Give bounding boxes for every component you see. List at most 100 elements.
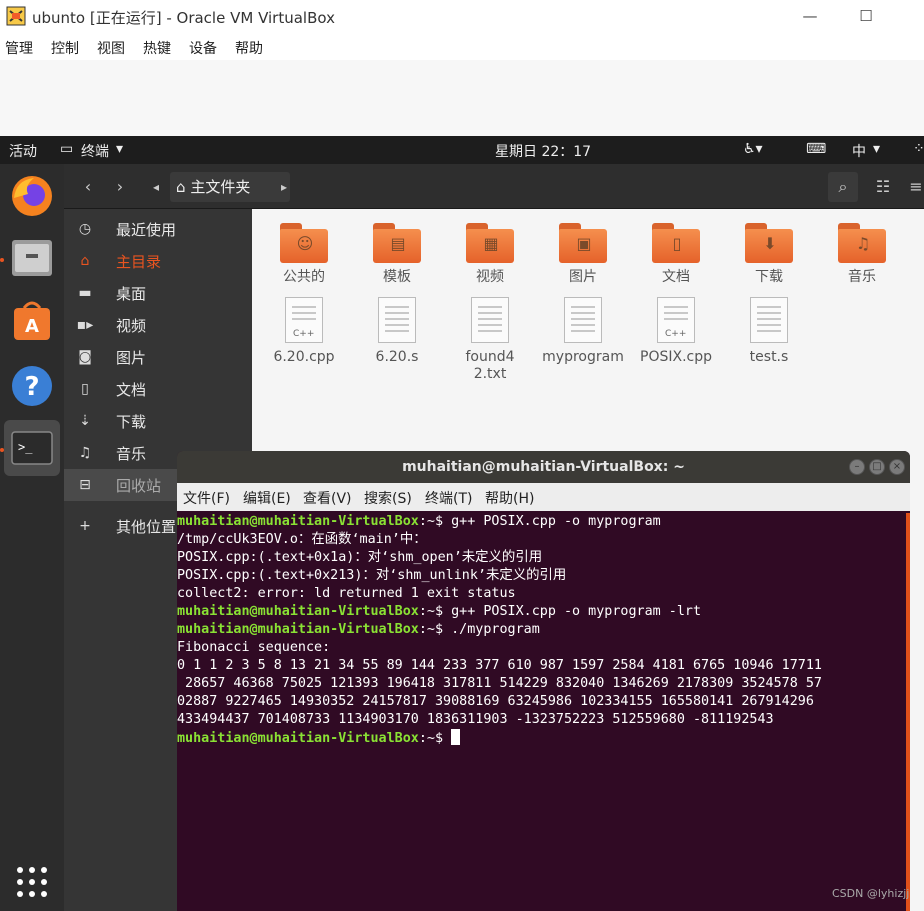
path-scroll-right-button[interactable]: ▸ [276,172,292,202]
folder-icon: ▣ [559,223,607,263]
terminal-titlebar[interactable]: muhaitian@muhaitian-VirtualBox: ~ [177,451,910,483]
ubuntu-dock: A ? >_ [0,164,64,911]
terminal-scrollbar[interactable] [906,513,910,911]
accessibility-icon[interactable]: ♿▾ [743,141,763,157]
terminal-text: 28657 46368 75025 121393 196418 317811 5… [177,676,822,691]
folder-documents[interactable]: ▯ 文档 [631,223,721,286]
folder-icon: ⬇ [745,223,793,263]
sidebar-item-label: 桌面 [116,285,147,303]
folder-music[interactable]: ♫ 音乐 [817,223,907,286]
view-toggle-button[interactable]: ☷ [868,172,898,202]
file-test-s[interactable]: test.s [724,297,814,366]
minimize-button[interactable]: — [795,4,825,28]
terminal-menu-edit[interactable]: 编辑(E) [243,488,291,508]
file-myprogram[interactable]: myprogram [538,297,628,366]
chevron-down-icon: ▾ [116,141,124,157]
terminal-line: 0 1 1 2 3 5 8 13 21 34 55 89 144 233 377… [177,657,897,675]
path-home-button[interactable]: ⌂ 主文件夹 [170,172,290,202]
file-6-20-cpp[interactable]: C++ 6.20.cpp [259,297,349,366]
terminal-line: muhaitian@muhaitian-VirtualBox:~$ g++ PO… [177,603,897,621]
menu-button[interactable]: ≡ [908,172,924,202]
folder-icon: ▯ [652,223,700,263]
app-menu-terminal[interactable]: 终端 [81,141,109,161]
folder-downloads[interactable]: ⬇ 下载 [724,223,814,286]
minimize-icon: – [854,461,860,472]
terminal-text: /tmp/ccUk3EOV.o：在函数‘main’中： [177,532,427,547]
firefox-icon[interactable] [4,168,60,224]
terminal-text: 02887 9227465 14930352 24157817 39088169… [177,694,814,709]
clock[interactable]: 星期日 22：17 [495,141,591,161]
trash-icon: ⊟ [79,477,91,493]
terminal-text: POSIX.cpp:(.text+0x1a)：对‘shm_open’未定义的引用 [177,550,543,565]
path-scroll-left-button[interactable]: ◂ [148,172,164,202]
terminal-line: muhaitian@muhaitian-VirtualBox:~$ ./mypr… [177,621,897,639]
input-method-indicator[interactable]: 中 [852,141,866,161]
terminal-menu-file[interactable]: 文件(F) [183,488,230,508]
file-found42-txt[interactable]: found42.txt [445,297,535,383]
sidebar-item-label: 主目录 [116,253,162,271]
folder-public[interactable]: ☺ 公共的 [259,223,349,286]
terminal-line: 02887 9227465 14930352 24157817 39088169… [177,693,897,711]
svg-text:A: A [25,316,39,337]
maximize-button[interactable]: ☐ [851,4,881,28]
menu-hotkeys[interactable]: 热键 [143,38,171,58]
virtualbox-app-icon [6,6,26,26]
search-button[interactable]: ⌕ [828,172,858,202]
running-indicator [0,448,4,452]
sidebar-item-pictures[interactable]: ◙ 图片 [64,341,252,373]
terminal-maximize-button[interactable]: □ [869,459,885,475]
folder-icon: ▦ [466,223,514,263]
menu-devices[interactable]: 设备 [189,38,217,58]
menu-manage[interactable]: 管理 [5,38,33,58]
terminal-close-button[interactable]: × [889,459,905,475]
folder-templates[interactable]: ▤ 模板 [352,223,442,286]
keyboard-icon[interactable]: ⌨ [806,141,826,157]
files-icon[interactable] [4,230,60,286]
file-name: myprogram [542,349,624,365]
file-posix-cpp[interactable]: C++ POSIX.cpp [631,297,721,366]
network-icon[interactable]: ⁘ [913,141,924,157]
sidebar-item-label: 其他位置 [116,518,177,536]
sidebar-item-downloads[interactable]: ⇣ 下载 [64,405,252,437]
menu-control[interactable]: 控制 [51,38,79,58]
terminal-menu-search[interactable]: 搜索(S) [364,488,412,508]
terminal-text: 433494437 701408733 1134903170 183631190… [177,712,774,727]
file-name: 视频 [476,269,504,285]
terminal-text: 0 1 1 2 3 5 8 13 21 34 55 89 144 233 377… [177,658,822,673]
terminal-line: POSIX.cpp:(.text+0x213)：对‘shm_unlink’未定义… [177,567,897,585]
menu-help[interactable]: 帮助 [235,38,263,58]
sidebar-item-videos[interactable]: ▪▸ 视频 [64,309,252,341]
terminal-line: 433494437 701408733 1134903170 183631190… [177,711,897,729]
terminal-minimize-button[interactable]: – [849,459,865,475]
help-icon[interactable]: ? [4,358,60,414]
screen: ubunto [正在运行] - Oracle VM VirtualBox — ☐… [0,0,924,911]
file-name: 下载 [755,269,783,285]
menu-view[interactable]: 视图 [97,38,125,58]
terminal-menu-view[interactable]: 查看(V) [303,488,352,508]
terminal-menu-help[interactable]: 帮助(H) [485,488,534,508]
folder-videos[interactable]: ▦ 视频 [445,223,535,286]
sidebar-item-home[interactable]: ⌂ 主目录 [64,245,252,277]
terminal-text: POSIX.cpp:(.text+0x213)：对‘shm_unlink’未定义… [177,568,567,583]
terminal-line: 28657 46368 75025 121393 196418 317811 5… [177,675,897,693]
terminal-text: :~$ [418,731,452,746]
forward-button[interactable]: › [108,172,132,202]
terminal-output[interactable]: muhaitian@muhaitian-VirtualBox:~$ g++ PO… [177,513,897,911]
home-icon: ⌂ [80,253,90,269]
sidebar-item-desktop[interactable]: ▬ 桌面 [64,277,252,309]
file-6-20-s[interactable]: 6.20.s [352,297,442,366]
show-apps-icon[interactable] [4,850,60,906]
terminal-prompt: muhaitian@muhaitian-VirtualBox [177,514,419,529]
activities-button[interactable]: 活动 [9,141,37,161]
video-icon: ▪▸ [76,317,94,333]
binary-file-icon [564,297,602,343]
sidebar-item-documents[interactable]: ▯ 文档 [64,373,252,405]
folder-pictures[interactable]: ▣ 图片 [538,223,628,286]
software-center-icon[interactable]: A [4,294,60,350]
terminal-dock-icon[interactable]: >_ [4,420,60,476]
back-button[interactable]: ‹ [76,172,100,202]
sidebar-item-recent[interactable]: ◷ 最近使用 [64,213,252,245]
sidebar-item-label: 视频 [116,317,147,335]
terminal-menu-terminal[interactable]: 终端(T) [425,488,472,508]
cpp-file-icon: C++ [657,297,695,343]
